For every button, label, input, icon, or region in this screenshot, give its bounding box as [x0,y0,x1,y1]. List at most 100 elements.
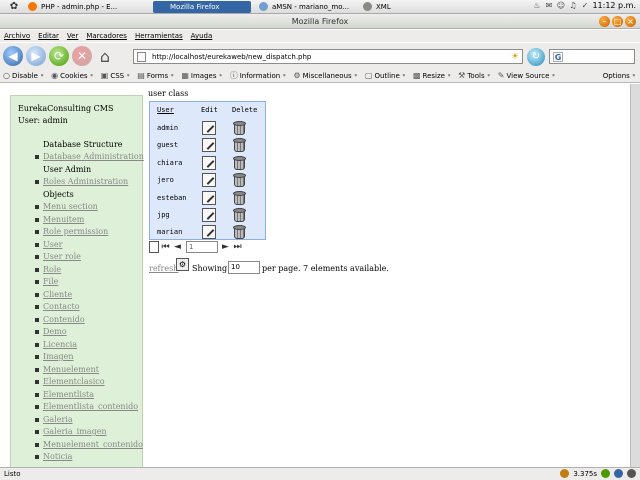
sidebar-link[interactable]: Elementclasico [35,377,105,386]
delete-icon[interactable] [233,225,246,240]
reload-button[interactable]: ⟳ [49,46,69,66]
sidebar-link[interactable]: Licencia [34,340,77,349]
devbar-miscellaneous[interactable]: ⚙ Miscellaneous ⚫ [293,71,357,80]
taskbar-item[interactable]: Mozilla Firefox [153,0,251,13]
menu-marcadores[interactable]: Marcadores [86,32,127,40]
edit-icon[interactable] [202,155,216,170]
devbar-forms[interactable]: ▤ Forms ⚫ [137,71,174,80]
options-button[interactable]: Options ⚫ [603,72,636,80]
forward-button[interactable]: ▶ [26,46,46,66]
devbar-css[interactable]: ▣ CSS ⚫ [101,71,131,80]
menu-ayuda[interactable]: Ayuda [191,32,213,40]
edit-icon[interactable] [202,138,216,153]
sidebar-link[interactable]: Roles Administration [34,177,128,186]
menu-archivo[interactable]: Archivo [4,32,30,40]
sidebar-link[interactable]: Role [34,265,61,274]
sidebar-link[interactable]: Role permission [34,227,108,236]
devbar-tools[interactable]: ⚒ Tools ⚫ [458,71,491,80]
sidebar-link[interactable]: Menu section [35,202,98,211]
sidebar-link[interactable]: Galeria [35,415,73,424]
vertical-scrollbar[interactable] [630,84,640,467]
devbar-resize[interactable]: ▩ Resize ⚫ [413,71,451,80]
delete-icon[interactable] [233,208,246,223]
sidebar-link[interactable]: Galeria_imagen [35,427,107,436]
header-user[interactable]: User [157,106,174,114]
prev-page-icon[interactable]: ◄ [172,242,183,253]
taskbar-item[interactable]: XML [359,1,419,13]
sidebar-link[interactable]: Cliente [34,290,72,299]
sidebar-link[interactable]: Elementlista [34,390,94,399]
page-number-input[interactable]: 1 [186,241,218,253]
devbar-label: Cookies [60,71,88,80]
url-text: http://localhost/eurekaweb/new_dispatch.… [152,52,312,61]
devbar-cookies[interactable]: ◉ Cookies ⚫ [51,71,94,80]
sidebar-link[interactable]: Demo [35,327,67,336]
user-name-cell: jero [157,176,174,185]
dropdown-icon: ⚫ [39,72,45,79]
edit-icon[interactable] [202,208,216,222]
maximize-icon[interactable]: □ [612,16,623,27]
new-record-icon[interactable] [149,241,159,253]
devbar-outline[interactable]: ▢ Outline ⚫ [365,71,406,80]
sidebar-link[interactable]: Imagen [35,352,74,361]
delete-icon[interactable] [233,121,246,136]
menu-herramientas[interactable]: Herramientas [135,32,183,40]
stop-button[interactable]: ✕ [72,46,92,66]
update-icon[interactable]: ✓ [580,1,589,10]
network-icon[interactable]: ♨ [532,1,541,10]
close-icon[interactable]: × [625,16,636,27]
user-line: User: admin [18,116,68,125]
first-page-icon[interactable]: ⏮ [160,242,171,253]
delete-icon[interactable] [233,138,246,153]
status-ok-icon[interactable] [601,469,610,478]
per-page-input[interactable]: 10 [228,261,260,274]
yslow-icon[interactable] [560,469,570,478]
mail-icon[interactable]: ✉ [544,1,553,10]
back-button[interactable]: ◀ [3,46,23,66]
sidebar-link[interactable]: Menuelement_contenido [35,440,143,449]
chat-icon[interactable]: ☺ [556,1,565,10]
sidebar-link[interactable]: Database Administration [35,152,144,161]
volume-icon[interactable]: ♫ [568,1,577,10]
info-icon[interactable] [614,469,623,478]
sidebar-link[interactable]: Contacto [35,302,80,311]
sidebar-link[interactable]: Menuelement [35,365,99,374]
bookmark-icon[interactable]: ☀ [511,52,519,62]
delete-icon[interactable] [233,190,246,206]
devbar-images[interactable]: ▦ Images ⚫ [181,71,222,80]
edit-icon[interactable] [202,225,216,240]
home-button[interactable]: ⌂ [95,46,115,66]
gnome-foot-icon[interactable]: ✿ [8,1,20,13]
sidebar-link[interactable]: User role [35,252,81,261]
edit-icon[interactable] [202,190,216,205]
delete-icon[interactable] [233,155,246,171]
clock[interactable]: 11:12 p.m. [592,1,636,10]
sidebar-link[interactable]: User [34,240,62,249]
sidebar-link[interactable]: Elementlista_contenido [34,402,138,411]
edit-icon[interactable] [202,173,216,188]
delete-icon[interactable] [233,173,246,188]
sidebar-link[interactable]: Contenido [35,315,85,324]
last-page-icon[interactable]: ⏭ [232,242,243,253]
devbar-disable[interactable]: ○ Disable ⚫ [3,71,44,80]
dropdown-icon: ⚫ [486,72,491,79]
app-icon [28,2,37,11]
next-page-icon[interactable]: ► [220,242,231,253]
sidebar-link[interactable]: Noticia [34,452,72,461]
sidebar-link[interactable]: Menuitem [34,215,84,224]
address-bar[interactable]: http://localhost/eurekaweb/new_dispatch.… [133,49,523,64]
edit-icon[interactable] [202,121,216,135]
search-box[interactable]: G [549,49,635,64]
refresh-link[interactable]: refresh [149,264,178,273]
minimize-icon[interactable]: – [599,16,610,27]
refresh-icon[interactable]: ⚙ [176,258,189,271]
menu-editar[interactable]: Editar [38,32,59,40]
sidebar-link[interactable]: File [34,277,58,286]
devbar-information[interactable]: ⓘ Information ⚫ [230,70,287,81]
devbar-view-source[interactable]: ✎ View Source ⚫ [498,71,556,80]
adblock-icon[interactable] [627,469,636,478]
go-button[interactable]: ↻ [527,48,545,66]
taskbar-item[interactable]: aMSN - mariano_mo... [255,1,355,13]
menu-ver[interactable]: Ver [67,32,78,40]
taskbar-item[interactable]: PHP - admin.php - E... [24,1,149,13]
